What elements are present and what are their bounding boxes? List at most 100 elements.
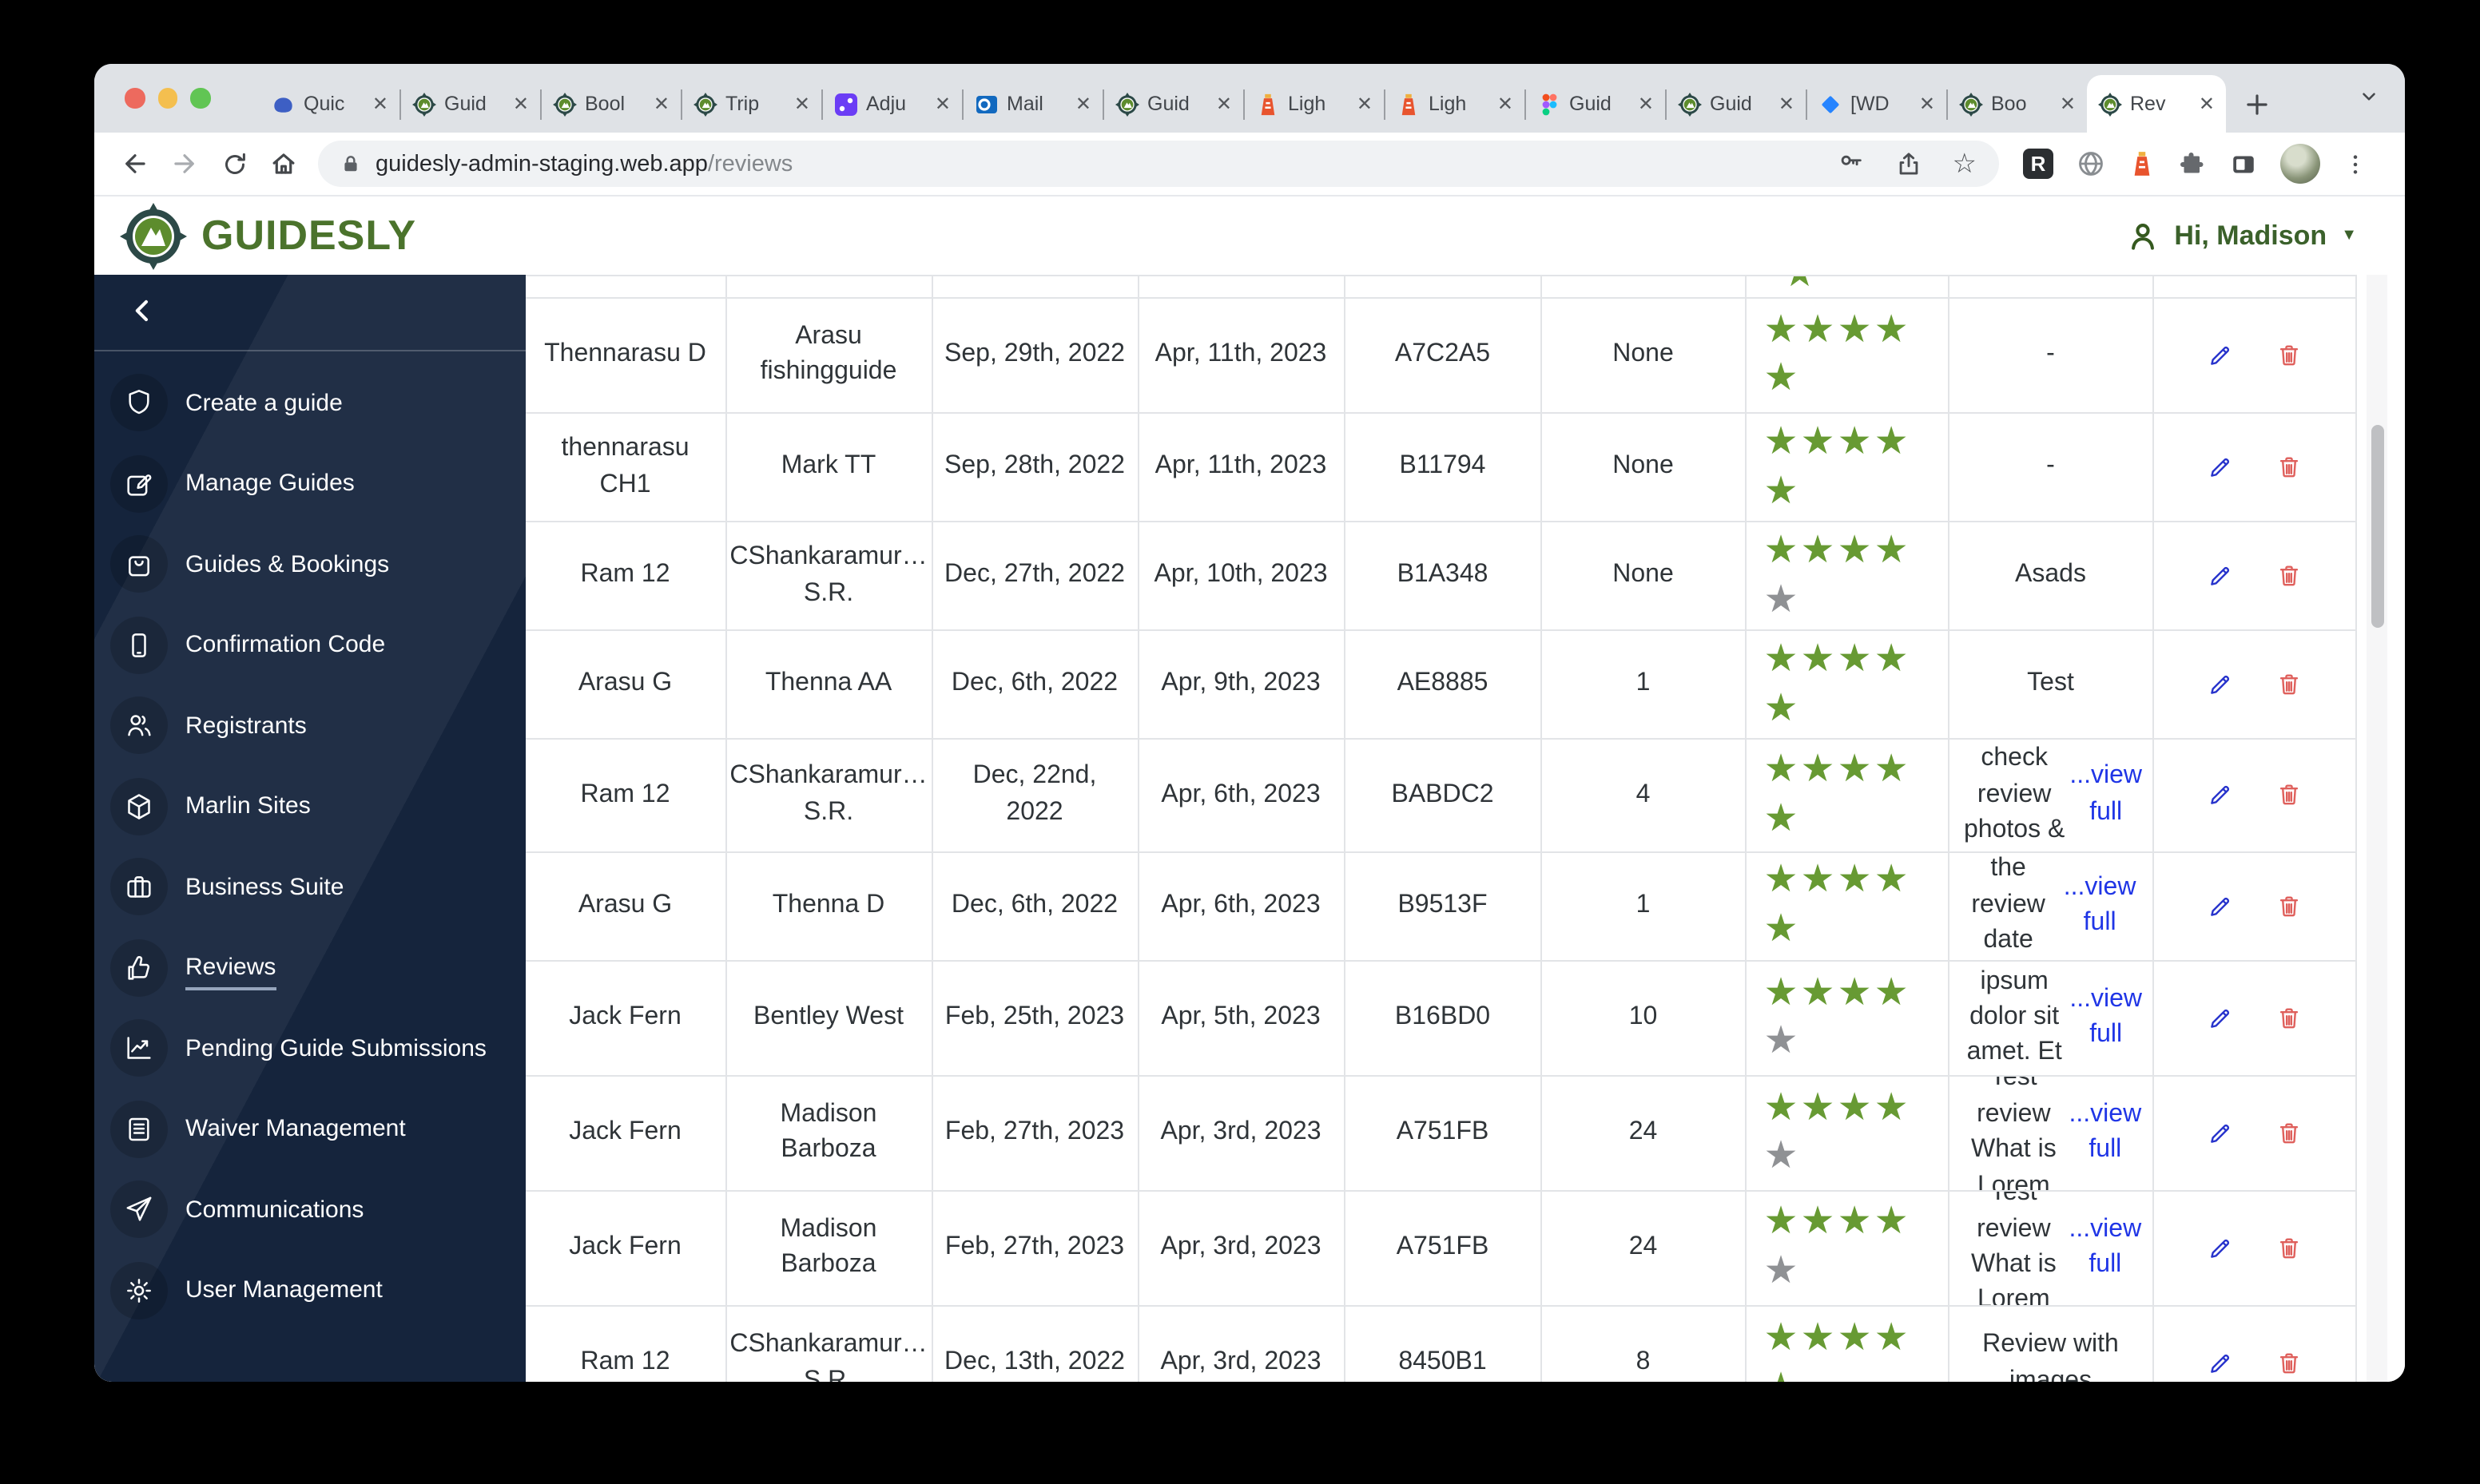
zoom-window-icon[interactable] [190, 88, 210, 108]
edit-review-button[interactable] [2207, 1005, 2234, 1032]
browser-tab-ligh-8[interactable]: Ligh ✕ [1385, 75, 1524, 133]
cell-text: 8450B1 [1398, 1348, 1487, 1376]
close-tab-icon[interactable]: ✕ [1357, 93, 1373, 115]
delete-review-button[interactable] [2275, 454, 2303, 481]
scrollbar-track[interactable] [2367, 275, 2387, 1382]
browser-tab-bool-2[interactable]: Bool ✕ [542, 75, 681, 133]
sidebar-item-user-management[interactable]: User Management [94, 1250, 526, 1331]
delete-review-button[interactable] [2275, 562, 2303, 589]
browser-tab-quic-0[interactable]: Quic ✕ [260, 75, 399, 133]
sidebar-item-guides-bookings[interactable]: Guides & Bookings [94, 524, 526, 605]
scrollbar-thumb[interactable] [2371, 425, 2383, 628]
sidebar-item-registrants[interactable]: Registrants [94, 685, 526, 766]
view-full-link[interactable]: ...view full [2069, 760, 2142, 831]
browser-tab-trip-3[interactable]: Trip ✕ [682, 75, 821, 133]
close-tab-icon[interactable]: ✕ [372, 93, 388, 115]
browser-tab-guid-9[interactable]: Guid ✕ [1526, 75, 1665, 133]
url-text: guidesly-admin-staging.web.app/reviews [376, 151, 793, 177]
puzzle-extensions-icon[interactable] [2178, 149, 2207, 178]
view-full-link[interactable]: ...view full [2069, 1212, 2142, 1284]
share-icon[interactable] [1895, 150, 1922, 177]
sidebar-item-label: Create a guide [185, 389, 343, 417]
address-bar[interactable]: guidesly-admin-staging.web.app/reviews ☆ [318, 141, 1999, 187]
close-tab-icon[interactable]: ✕ [1779, 93, 1794, 115]
edit-review-button[interactable] [2207, 1350, 2234, 1377]
bookmark-star-icon[interactable]: ☆ [1953, 150, 1977, 177]
user-menu[interactable]: Hi, Madison ▼ [2124, 218, 2357, 253]
browser-tab-guid-6[interactable]: Guid ✕ [1104, 75, 1243, 133]
sidebar-item-business-suite[interactable]: Business Suite [94, 847, 526, 927]
browser-tab-ligh-7[interactable]: Ligh ✕ [1245, 75, 1384, 133]
sidebar-item-manage-guides[interactable]: Manage Guides [94, 443, 526, 524]
delete-review-button[interactable] [2275, 892, 2303, 919]
browser-tab-boo-12[interactable]: Boo ✕ [1948, 75, 2087, 133]
browser-tab-guid-10[interactable]: Guid ✕ [1667, 75, 1806, 133]
edit-review-button[interactable] [2207, 342, 2234, 369]
sidebar: Create a guide Manage Guides Guides & Book… [94, 275, 526, 1382]
star-icon: ★★★★ [1763, 970, 1911, 1014]
delete-review-button[interactable] [2275, 1350, 2303, 1377]
browser-tab-rev-13[interactable]: Rev ✕ [2087, 75, 2226, 133]
password-key-icon[interactable] [1838, 150, 1865, 177]
reload-icon[interactable] [209, 149, 259, 178]
browser-tab-wd-11[interactable]: [WD ✕ [1807, 75, 1946, 133]
sidebar-item-reviews[interactable]: Reviews [94, 927, 526, 1008]
close-tab-icon[interactable]: ✕ [1216, 93, 1232, 115]
delete-review-button[interactable] [2275, 671, 2303, 698]
browser-tab-adju-4[interactable]: Adju ✕ [823, 75, 962, 133]
reviews-table: ★ Thennarasu D Arasu fishingguide Sep, 29th… [526, 275, 2357, 1382]
sidebar-item-create-a-guide[interactable]: Create a guide [94, 363, 526, 443]
view-full-link[interactable]: ...view full [2069, 982, 2142, 1054]
close-tab-icon[interactable]: ✕ [2199, 93, 2215, 115]
sidebar-collapse-icon[interactable] [128, 296, 158, 326]
delete-review-button[interactable] [2275, 1120, 2303, 1147]
sidebar-item-marlin-sites[interactable]: Marlin Sites [94, 766, 526, 847]
edit-review-button[interactable] [2207, 1234, 2234, 1261]
close-tab-icon[interactable]: ✕ [1919, 93, 1935, 115]
minimize-window-icon[interactable] [157, 88, 177, 108]
delete-review-button[interactable] [2275, 1234, 2303, 1261]
extension-r-icon[interactable]: R [2023, 149, 2053, 179]
sidebar-item-pending-guide-submissions[interactable]: Pending Guide Submissions [94, 1008, 526, 1089]
review-text: - [2046, 340, 2055, 368]
delete-review-button[interactable] [2275, 1005, 2303, 1032]
back-icon[interactable] [110, 149, 160, 179]
delete-review-button[interactable] [2275, 342, 2303, 369]
edit-review-button[interactable] [2207, 454, 2234, 481]
browser-menu-kebab-icon[interactable] [2343, 151, 2368, 177]
edit-review-button[interactable] [2207, 562, 2234, 589]
close-tab-icon[interactable]: ✕ [1638, 93, 1654, 115]
view-full-link[interactable]: ...view full [2057, 870, 2142, 942]
cell-col5: B9513F [1345, 852, 1542, 959]
home-icon[interactable] [259, 149, 308, 179]
close-tab-icon[interactable]: ✕ [794, 93, 810, 115]
delete-review-button[interactable] [2275, 782, 2303, 809]
close-tab-icon[interactable]: ✕ [654, 93, 670, 115]
tab-search-chevron-icon[interactable] [2359, 86, 2379, 107]
browser-tab-guid-1[interactable]: Guid ✕ [401, 75, 540, 133]
close-tab-icon[interactable]: ✕ [2060, 93, 2076, 115]
edit-review-button[interactable] [2207, 782, 2234, 809]
lighthouse-extension-icon[interactable] [2128, 150, 2156, 177]
edit-review-button[interactable] [2207, 892, 2234, 919]
side-panel-icon[interactable] [2229, 149, 2258, 178]
close-tab-icon[interactable]: ✕ [1497, 93, 1513, 115]
close-window-icon[interactable] [125, 88, 145, 108]
profile-avatar[interactable] [2280, 144, 2320, 184]
sidebar-item-waiver-management[interactable]: Waiver Management [94, 1089, 526, 1169]
close-tab-icon[interactable]: ✕ [513, 93, 529, 115]
edit-review-button[interactable] [2207, 1120, 2234, 1147]
forward-icon[interactable] [160, 149, 209, 179]
globe-extension-icon[interactable] [2076, 149, 2106, 179]
cell-col3: Dec, 6th, 2022 [932, 852, 1139, 959]
cell-col2: Madison Barboza [726, 1077, 932, 1189]
sidebar-item-communications[interactable]: Communications [94, 1169, 526, 1250]
browser-tab-mail-5[interactable]: Mail ✕ [964, 75, 1103, 133]
sidebar-item-confirmation-code[interactable]: Confirmation Code [94, 605, 526, 685]
review-text: Let’s check review photos & vi [1964, 744, 2065, 843]
close-tab-icon[interactable]: ✕ [935, 93, 951, 115]
edit-review-button[interactable] [2207, 671, 2234, 698]
new-tab-icon[interactable] [2242, 89, 2272, 119]
close-tab-icon[interactable]: ✕ [1075, 93, 1091, 115]
view-full-link[interactable]: ...view full [2069, 1097, 2142, 1169]
